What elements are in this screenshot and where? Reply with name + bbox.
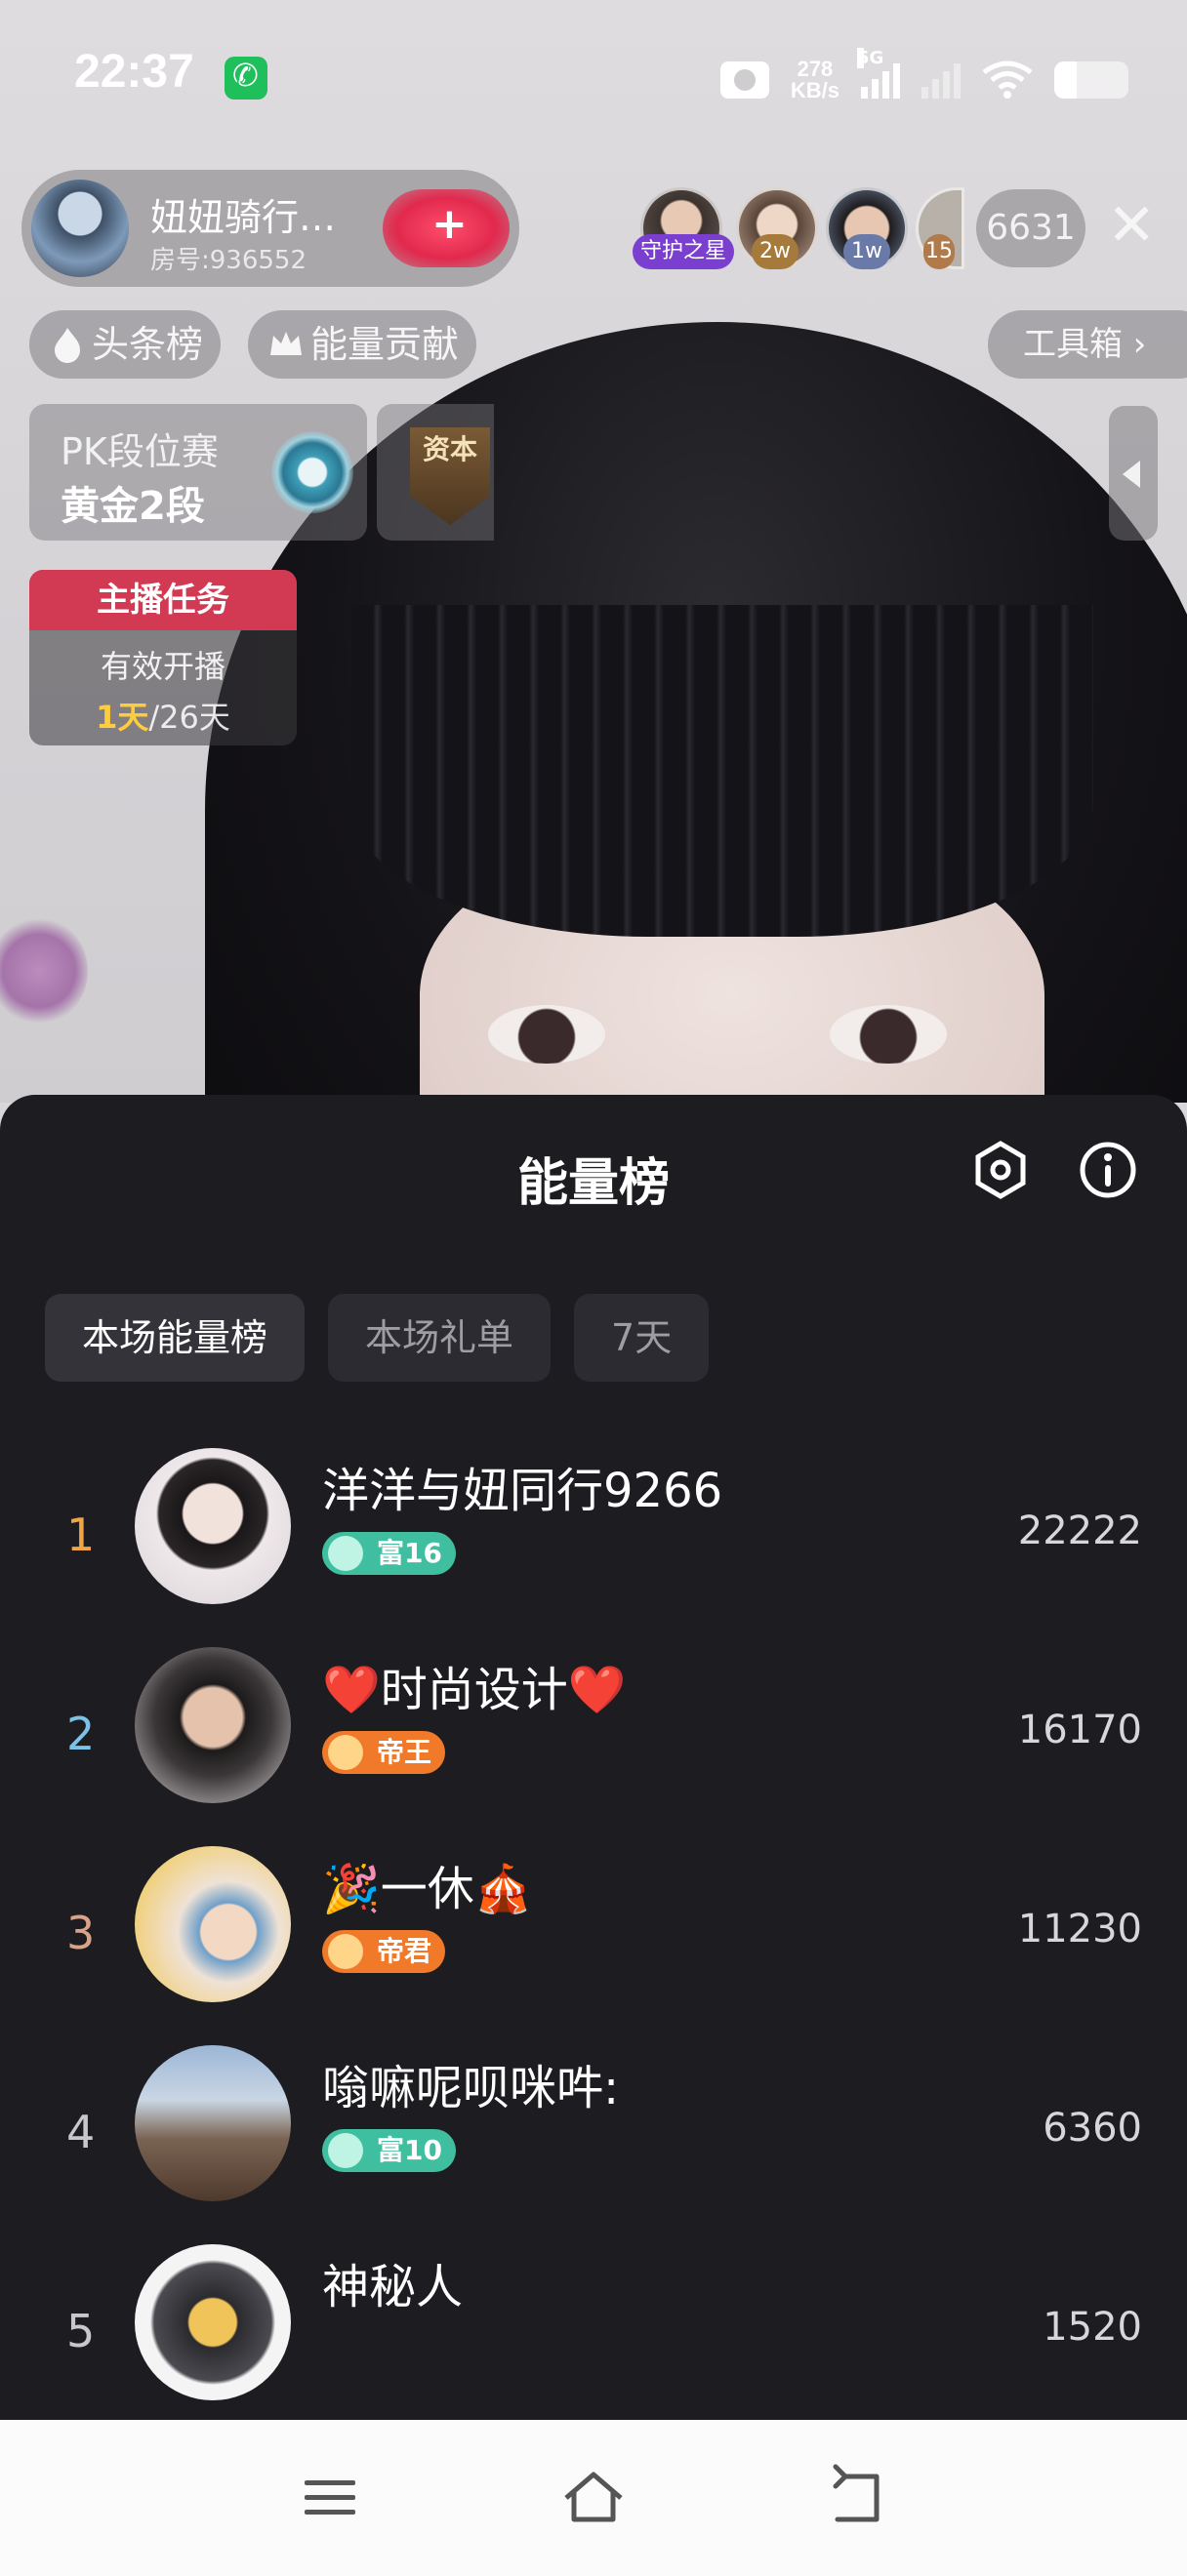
energy-score: 22222: [1017, 1509, 1142, 1553]
host-avatar[interactable]: [31, 180, 129, 277]
rank-number: 1: [66, 1509, 96, 1561]
streamer-bangs: [351, 605, 1093, 937]
user-avatar[interactable]: [135, 1647, 291, 1803]
follow-button[interactable]: [383, 189, 510, 267]
task-progress: 1天/26天: [96, 699, 230, 736]
crown-icon: [270, 332, 302, 355]
pk-rank-card[interactable]: PK段位赛 黄金2段: [29, 404, 367, 541]
noble-level-badge: 帝君: [322, 1930, 446, 1973]
task-label: 有效开播: [100, 648, 225, 685]
rank-number: 4: [66, 2106, 96, 2158]
back-icon[interactable]: [822, 2463, 892, 2533]
pk-rank: 黄金2段: [61, 484, 205, 529]
tab-current-gifts[interactable]: 本场礼单: [328, 1294, 552, 1382]
user-name: ❤️时尚设计❤️: [322, 1663, 627, 1717]
streamer-eye-right: [830, 1005, 947, 1064]
live-video: [0, 0, 1187, 1103]
mystery-user-avatar[interactable]: [135, 2244, 291, 2400]
chevron-rank-icon: [328, 1934, 363, 1969]
clock: 22:37: [74, 46, 194, 98]
viewer-badge-3: 1w: [843, 234, 890, 269]
diamond-icon: [328, 2133, 363, 2168]
user-name: 🎉一休🎪: [322, 1862, 533, 1916]
menu-icon[interactable]: [295, 2463, 365, 2533]
task-title: 主播任务: [29, 570, 297, 630]
rank-row-4[interactable]: 4 嗡嘛呢呗咪吽: 富10 6360: [0, 2045, 1187, 2240]
user-avatar[interactable]: [135, 2045, 291, 2201]
energy-rank-sheet: 能量榜 本场能量榜 本场礼单 7天 1 洋洋与妞同行9266 富16 22222…: [0, 1095, 1187, 2420]
viewer-badge-2: 2w: [752, 234, 798, 269]
user-avatar[interactable]: [135, 1448, 291, 1604]
user-name: 洋洋与妞同行9266: [322, 1464, 723, 1518]
viewer-count[interactable]: 6631: [976, 189, 1085, 267]
wealth-level-badge: 富16: [322, 1532, 456, 1575]
rank-row-5[interactable]: 5 神秘人 1520: [0, 2244, 1187, 2439]
settings-icon[interactable]: [970, 1140, 1031, 1200]
toolbox-button[interactable]: 工具箱 ›: [988, 310, 1187, 379]
energy-score: 6360: [1043, 2106, 1142, 2151]
energy-score: 11230: [1017, 1907, 1142, 1952]
chevron-rank-icon: [328, 1735, 363, 1770]
rank-row-3[interactable]: 3 🎉一休🎪 帝君 11230: [0, 1846, 1187, 2041]
energy-contribution-chip[interactable]: 能量贡献: [248, 310, 477, 379]
signal-strength-sim2-icon: [921, 61, 961, 99]
network-speed: 278 KB/s: [790, 57, 839, 102]
capital-card[interactable]: 资本: [377, 404, 494, 541]
noble-level-badge: 帝王: [322, 1731, 446, 1774]
capital-badge-icon: 资本: [410, 427, 490, 525]
user-avatar[interactable]: [135, 1846, 291, 2002]
battery-icon: [1054, 61, 1128, 99]
rank-number: 5: [66, 2305, 96, 2357]
pk-title: PK段位赛: [61, 430, 219, 473]
rank-row-2[interactable]: 2 ❤️时尚设计❤️ 帝王 16170: [0, 1647, 1187, 1842]
wifi-icon: [982, 60, 1033, 100]
flame-icon: [55, 328, 80, 363]
status-bar: 22:37 278 KB/s 5G: [0, 39, 1187, 117]
close-icon[interactable]: ✕: [1107, 191, 1156, 260]
diamond-icon: [328, 1536, 363, 1571]
home-icon[interactable]: [558, 2463, 629, 2533]
energy-score: 16170: [1017, 1708, 1142, 1752]
viewer-badge-1: 守护之星: [633, 234, 735, 269]
rank-row-1[interactable]: 1 洋洋与妞同行9266 富16 22222: [0, 1448, 1187, 1643]
phone-call-icon: [225, 57, 267, 100]
streamer-eye-left: [488, 1005, 605, 1064]
pk-emblem-icon: [271, 431, 353, 513]
rank-tabs: 本场能量榜 本场礼单 7天: [45, 1294, 710, 1382]
signal-strength-icon: 5G: [857, 48, 900, 99]
tab-7-days[interactable]: 7天: [574, 1294, 710, 1382]
background-flower: [0, 917, 88, 1025]
host-task-card[interactable]: 主播任务 有效开播 1天/26天: [29, 570, 297, 745]
rank-number: 3: [66, 1907, 96, 1959]
viewer-badge-4: 15: [923, 234, 955, 269]
host-info-pill[interactable]: 妞妞骑行… 房号:936552: [21, 170, 519, 287]
room-number: 房号:936552: [150, 246, 307, 275]
camera-icon: [719, 61, 769, 99]
wealth-level-badge: 富10: [322, 2129, 456, 2172]
info-icon[interactable]: [1078, 1140, 1138, 1200]
side-panel-toggle[interactable]: [1109, 406, 1158, 541]
host-name: 妞妞骑行…: [150, 196, 337, 239]
system-navigation-bar: [0, 2420, 1187, 2576]
headline-rank-chip[interactable]: 头条榜: [29, 310, 222, 379]
user-name: 神秘人: [322, 2260, 464, 2314]
tab-current-energy[interactable]: 本场能量榜: [45, 1294, 306, 1382]
energy-score: 1520: [1043, 2305, 1142, 2350]
rank-number: 2: [66, 1708, 96, 1760]
user-name: 嗡嘛呢呗咪吽:: [322, 2061, 620, 2115]
